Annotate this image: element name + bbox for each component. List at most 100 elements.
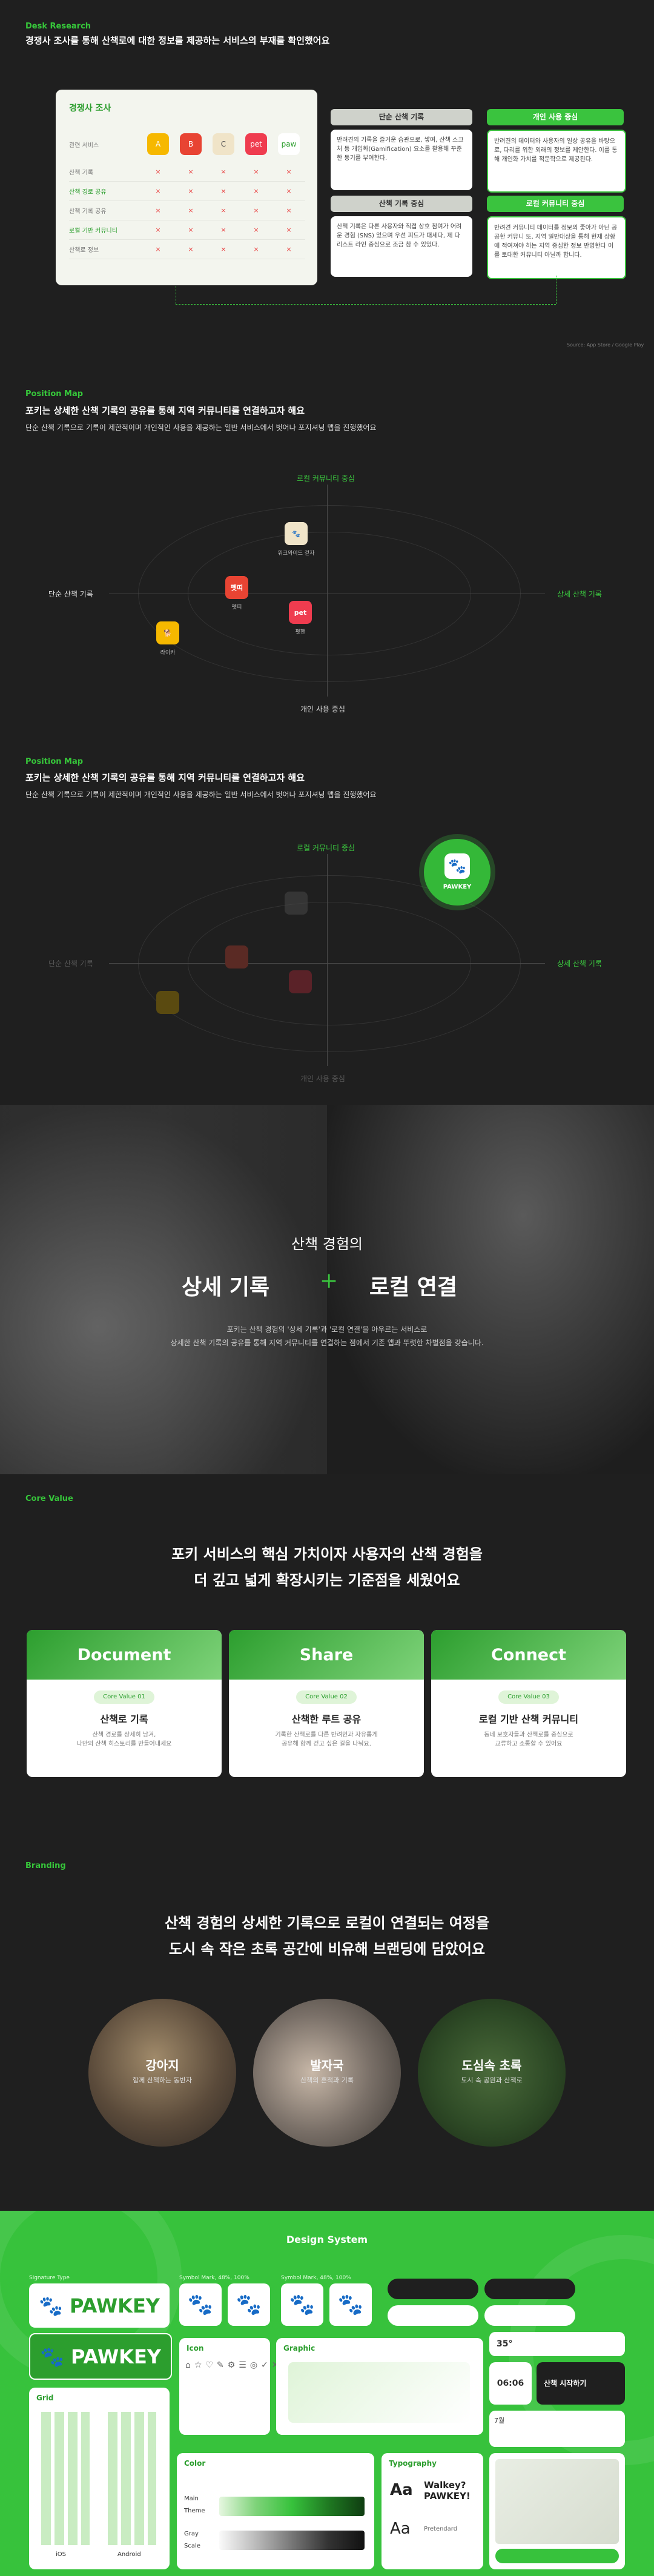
grid-cell: × <box>188 187 194 195</box>
hero-plus: + <box>320 1268 339 1293</box>
hero-left: 상세 기록 <box>182 1275 270 1300</box>
core-line: 더 깊고 넓게 확장시키는 기준점을 세웠어요 <box>194 1572 460 1589</box>
symbol-label: Symbol Mark, 48%, 100% <box>179 2275 249 2281</box>
paw-icon: 🐾 <box>329 2283 372 2326</box>
typo-sample-aa: Aa <box>390 2481 413 2499</box>
grid-cell: × <box>188 226 194 234</box>
tab-bar-dark <box>388 2279 478 2299</box>
graphic-panel: Graphic <box>276 2338 483 2435</box>
brand-wordmark: PAWKEY <box>70 2294 160 2317</box>
start-walk-button[interactable]: 산책 시작하기 <box>537 2362 625 2405</box>
brand-circle-dog: 강아지 함께 산책하는 동반자 <box>88 1999 236 2147</box>
row-label: 산책 기록 공유 <box>69 208 107 215</box>
value-desc: 교류하고 소통할 수 있어요 <box>495 1741 563 1747</box>
hero-photo-dogs <box>0 1105 327 1474</box>
grid-cell: × <box>286 207 292 214</box>
value-card-header: Connect <box>431 1630 626 1680</box>
paw-icon: 🐾 <box>228 2283 270 2326</box>
brand-circle-title: 발자국 <box>310 2058 344 2073</box>
grid-cell: × <box>155 245 161 253</box>
map-point-label: 워크와이드 걷자 <box>277 551 315 557</box>
competitor-card-title: 경쟁사 조사 <box>69 104 111 113</box>
icon-panel: Icon ⌂☆♡✎⚙☰◎✓✕⬆⬇◐ <box>179 2338 315 2435</box>
row-label: 산책로 정보 <box>69 247 99 254</box>
tab-bar-dark <box>484 2279 575 2299</box>
map2-heading: 포키는 상세한 산책 기록의 공유를 통해 지역 커뮤니티를 연결하고자 해요 <box>25 772 305 783</box>
map-screen-mockup <box>489 2453 625 2569</box>
logo-green: 🐾 PAWKEY <box>29 2333 172 2380</box>
grid-cell: × <box>220 245 226 253</box>
map1-sub: 단순 산책 기록으로 기록이 제한적이며 개인적인 사용을 제공하는 일반 서비… <box>25 423 377 432</box>
brand-circle-desc: 도시 속 공원과 산책로 <box>461 2076 523 2084</box>
value-desc: 공유해 함께 걷고 싶은 길을 나눠요. <box>282 1741 371 1747</box>
paw-icon: 🐾 <box>40 2345 64 2368</box>
grid-cell: × <box>188 245 194 253</box>
grid-cell: × <box>220 207 226 214</box>
app-icon <box>225 945 248 968</box>
brand-circle-title: 도심속 초록 <box>461 2058 522 2073</box>
value-desc: 산책 경로를 상세히 남겨, <box>92 1732 156 1738</box>
box-head: 단순 산책 기록 <box>331 109 472 125</box>
app-icon: pet <box>289 601 312 624</box>
footnote: Source: App Store / Google Play <box>567 342 644 348</box>
value-card: Connect Core Value 03 로컬 기반 산책 커뮤니티 동네 보… <box>431 1630 626 1777</box>
map-point-label: 펫핸 <box>295 629 306 635</box>
grid-cell: × <box>188 168 194 176</box>
grid-cell: × <box>253 245 259 253</box>
value-card-header: Share <box>229 1630 424 1680</box>
icon-grid: ⌂☆♡✎⚙☰◎✓✕⬆⬇◐ <box>185 2360 315 2370</box>
paw-icon: 🐾 <box>179 2283 222 2326</box>
value-title: 로컬 기반 산책 커뮤니티 <box>479 1713 578 1725</box>
map1-right-label: 상세 산책 기록 <box>557 590 602 598</box>
design-title: Design System <box>286 2234 368 2245</box>
app-icon <box>285 892 308 915</box>
grid-header-row: 관련 서비스 A B C pet paw <box>69 126 305 162</box>
brand-circle-paw: 발자국 산책의 흔적과 기록 <box>253 1999 401 2147</box>
map-point-label: 펫띠 <box>231 604 242 611</box>
branding-line: 산책 경험의 상세한 기록으로 로컬이 연결되는 여정을 <box>165 1915 489 1932</box>
value-desc: 기록한 산책로를 다른 반려인과 자유롭게 <box>275 1732 378 1738</box>
brand-wordmark: PAWKEY <box>71 2345 161 2368</box>
tab-bar-light <box>484 2305 575 2326</box>
green-scale <box>219 2497 365 2516</box>
brand-circle-title: 강아지 <box>145 2058 179 2073</box>
value-card-header: Document <box>27 1630 222 1680</box>
app-icon: A <box>147 133 169 155</box>
value-card: Share Core Value 02 산책한 루트 공유 기록한 산책로를 다… <box>229 1630 424 1777</box>
color-row-label: Scale <box>184 2543 200 2549</box>
app-icon: pet <box>245 133 267 155</box>
symbol-label: Symbol Mark, 48%, 100% <box>281 2275 351 2281</box>
core-line: 포키 서비스의 핵심 가치이자 사용자의 산책 경험을 <box>171 1546 483 1563</box>
panel-title: Grid <box>36 2394 54 2402</box>
value-title: 산책한 루트 공유 <box>291 1713 362 1725</box>
paw-icon: paw <box>278 133 300 155</box>
grid-cell: × <box>253 207 259 214</box>
grid-cell: × <box>220 168 226 176</box>
paw-icon: 🐾 <box>444 853 470 879</box>
grid-cell: × <box>188 207 194 214</box>
value-pill: Core Value 03 <box>498 1690 559 1704</box>
map-area <box>495 2459 619 2544</box>
grid-head-label: 관련 서비스 <box>69 142 99 149</box>
map-point-label: 라이카 <box>160 650 176 656</box>
grid-row: 로컬 기반 커뮤니티 × × × × × <box>69 220 305 240</box>
logo-label: Signature Type <box>29 2275 70 2281</box>
typography-panel: Typography Aa Walkey? PAWKEY! Aa Pretend… <box>382 2453 483 2569</box>
map1-bottom-label: 개인 사용 중심 <box>300 705 345 714</box>
competitor-grid: 관련 서비스 A B C pet paw 산책 기록 × × × × × 산책 … <box>69 126 305 259</box>
desk-heading: 경쟁사 조사를 통해 산책로에 대한 정보를 제공하는 서비스의 부재를 확인했… <box>25 35 330 46</box>
value-card: Document Core Value 01 산책로 기록 산책 경로를 상세히… <box>27 1630 222 1777</box>
typo-sample-text: Walkey? PAWKEY! <box>424 2480 471 2502</box>
grid-label: iOS <box>56 2551 66 2558</box>
grid-cell: × <box>155 207 161 214</box>
weather-widget: 35° <box>489 2332 625 2356</box>
box-text: 반려견의 기록을 즐거운 습관으로, 쌓여, 산책 스크처 등 개입화(Gami… <box>331 130 472 190</box>
value-pill: Core Value 02 <box>296 1690 357 1704</box>
core-tag: Core Value <box>25 1494 73 1503</box>
desk-tag: Desk Research <box>25 22 91 31</box>
box-head: 산책 기록 중심 <box>331 196 472 212</box>
grid-cell: × <box>286 226 292 234</box>
box-head: 로컬 커뮤니티 중심 <box>487 196 624 212</box>
box-text: 반려견의 데이터와 사용자의 일상 공유을 바탕으로, 다리를 위한 외래의 정… <box>487 130 626 193</box>
grid-row: 산책 기록 공유 × × × × × <box>69 201 305 220</box>
